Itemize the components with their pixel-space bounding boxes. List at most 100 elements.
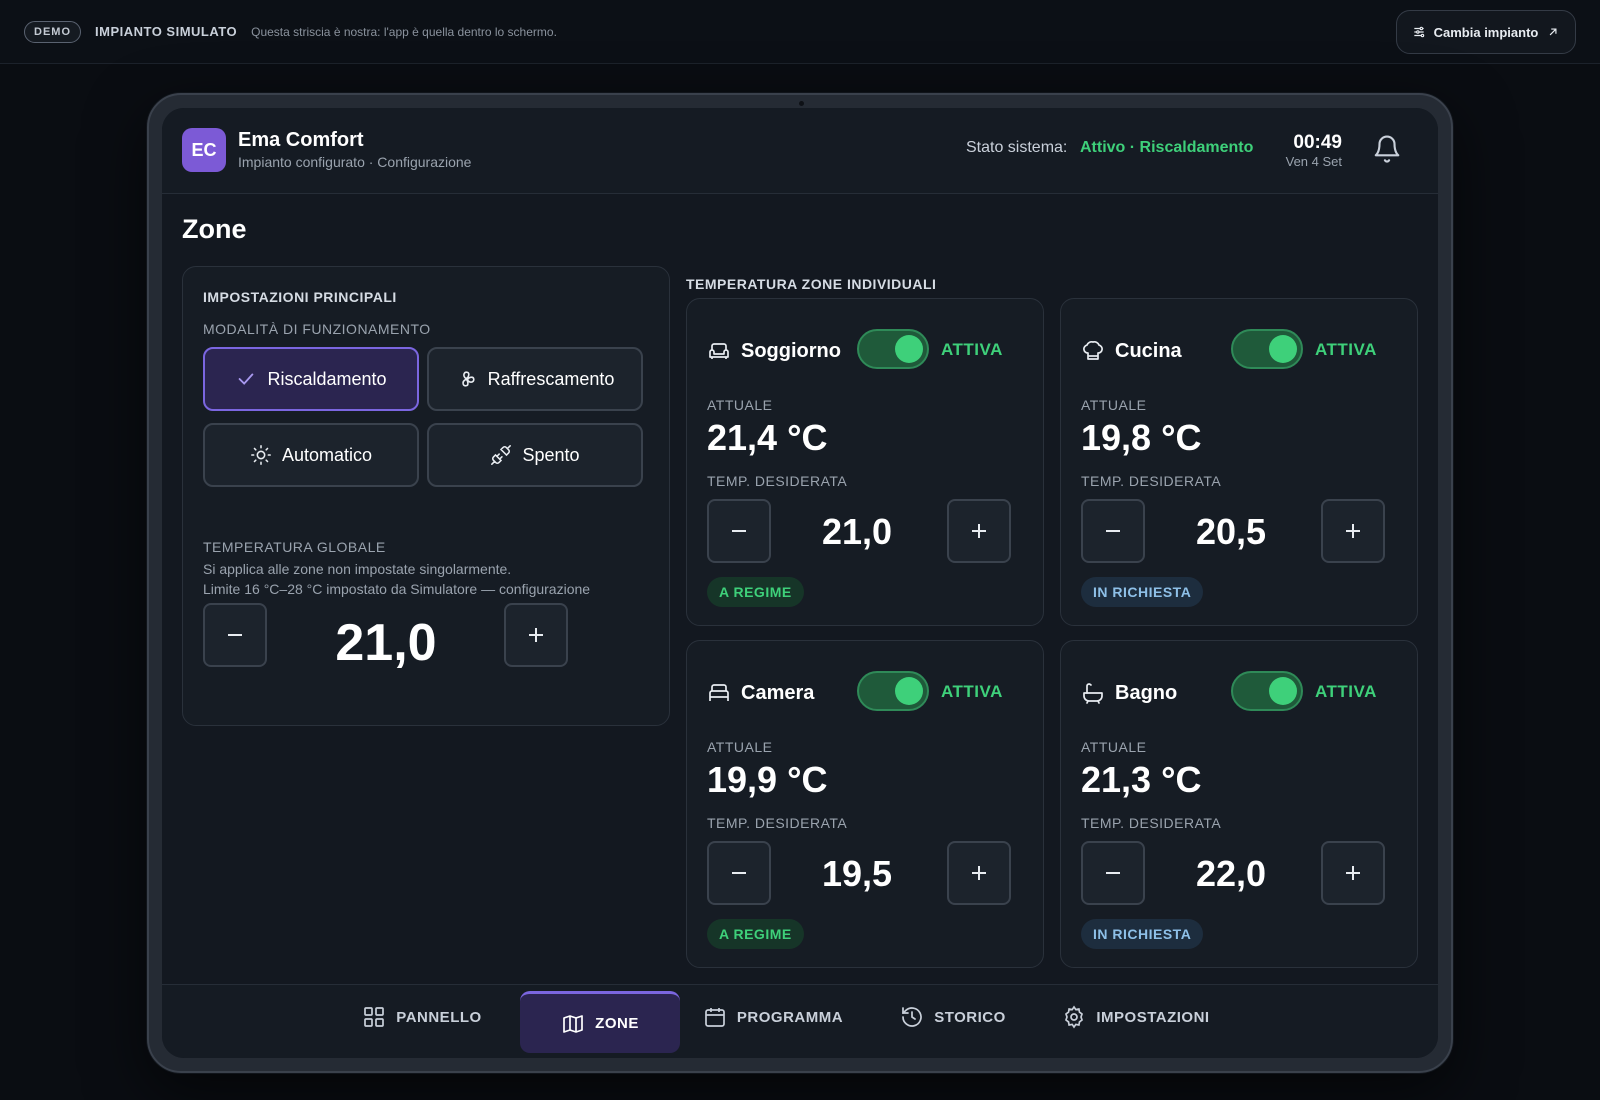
system-status-label: Stato sistema: bbox=[966, 139, 1068, 156]
nav-item-pannello[interactable]: PANNELLO bbox=[358, 985, 486, 1049]
global-increase-button[interactable] bbox=[504, 603, 568, 667]
global-temp-note: Si applica alle zone non impostate singo… bbox=[203, 561, 512, 577]
zone-toggle[interactable] bbox=[857, 329, 929, 369]
app-screen: EC Ema Comfort Impianto configurato · Co… bbox=[162, 108, 1438, 1058]
page-title: Zone bbox=[182, 214, 247, 244]
sliders-icon bbox=[1413, 26, 1424, 38]
zone-card-cucina: Cucina ATTIVA ATTUALE 19,8 °C TEMP. DESI… bbox=[1060, 298, 1418, 626]
zone-increase-button[interactable] bbox=[947, 841, 1011, 905]
zone-decrease-button[interactable] bbox=[707, 841, 771, 905]
fan-icon bbox=[461, 371, 475, 387]
mode-button-label: Automatico bbox=[281, 444, 373, 465]
zone-increase-button[interactable] bbox=[947, 499, 1011, 563]
change-plant-label: Cambia impianto bbox=[1433, 24, 1539, 40]
zone-name: Soggiorno bbox=[741, 340, 841, 362]
zone-current-value: 21,4 °C bbox=[707, 417, 828, 458]
zone-increase-button[interactable] bbox=[1321, 499, 1385, 563]
mode-button-label: Spento bbox=[522, 444, 580, 465]
zone-desired-label: TEMP. DESIDERATA bbox=[1081, 473, 1222, 489]
bath-icon bbox=[1083, 683, 1103, 704]
zone-toggle[interactable] bbox=[1231, 671, 1303, 711]
zone-card-bagno: Bagno ATTIVA ATTUALE 21,3 °C TEMP. DESID… bbox=[1060, 640, 1418, 968]
zone-name: Cucina bbox=[1115, 340, 1182, 362]
system-status-value: Attivo · Riscaldamento bbox=[1080, 139, 1254, 156]
check-icon bbox=[239, 373, 254, 385]
app-subtitle: Impianto configurato · Configurazione bbox=[238, 154, 472, 170]
zone-card-camera: Camera ATTIVA ATTUALE 19,9 °C TEMP. DESI… bbox=[686, 640, 1044, 968]
nav-item-zone[interactable]: ZONE bbox=[520, 991, 680, 1053]
toggle-knob bbox=[895, 335, 923, 363]
zone-current-label: ATTUALE bbox=[1081, 397, 1147, 413]
zone-desired-label: TEMP. DESIDERATA bbox=[1081, 815, 1222, 831]
zone-current-label: ATTUALE bbox=[1081, 739, 1147, 755]
mode-button-off[interactable]: Spento bbox=[427, 423, 643, 487]
nav-item-label: PROGRAMMA bbox=[736, 1008, 844, 1026]
zone-current-value: 21,3 °C bbox=[1081, 759, 1202, 800]
zone-name: Bagno bbox=[1115, 682, 1178, 704]
zone-name: Camera bbox=[741, 682, 815, 704]
toggle-knob bbox=[1269, 335, 1297, 363]
zone-toggle[interactable] bbox=[857, 671, 929, 711]
zones-title: TEMPERATURA ZONE INDIVIDUALI bbox=[686, 276, 937, 292]
bottom-nav: PANNELLO ZONE PROGRAMMA STORICO IMPOSTAZ… bbox=[162, 984, 1438, 1058]
mode-button-label: Riscaldamento bbox=[267, 368, 387, 389]
minus-icon bbox=[1106, 530, 1120, 532]
zone-card-soggiorno: Soggiorno ATTIVA ATTUALE 21,4 °C TEMP. D… bbox=[686, 298, 1044, 626]
mode-button-cooling[interactable]: Raffrescamento bbox=[427, 347, 643, 411]
change-plant-button[interactable]: Cambia impianto bbox=[1396, 10, 1576, 54]
chef-hat-icon bbox=[1083, 341, 1103, 360]
mode-button-heating[interactable]: Riscaldamento bbox=[203, 347, 419, 411]
zone-decrease-button[interactable] bbox=[1081, 841, 1145, 905]
zone-decrease-button[interactable] bbox=[707, 499, 771, 563]
plus-icon bbox=[972, 524, 986, 538]
zone-current-value: 19,9 °C bbox=[707, 759, 828, 800]
zone-desired-label: TEMP. DESIDERATA bbox=[707, 815, 848, 831]
avatar: EC bbox=[182, 128, 226, 172]
external-arrow-icon bbox=[1550, 28, 1557, 36]
zone-current-value: 19,8 °C bbox=[1081, 417, 1202, 458]
plug-off-icon bbox=[491, 445, 512, 465]
demo-badge: DEMO bbox=[24, 20, 81, 43]
zone-toggle[interactable] bbox=[1231, 329, 1303, 369]
nav-item-programma[interactable]: PROGRAMMA bbox=[698, 985, 848, 1049]
global-temp-limit: Limite 16 °C–28 °C impostato da Simulato… bbox=[203, 581, 591, 597]
toggle-knob bbox=[1269, 677, 1297, 705]
minus-icon bbox=[732, 872, 746, 874]
clock-time: 00:49 bbox=[1293, 132, 1342, 153]
map-icon bbox=[563, 1014, 584, 1033]
clock-date: Ven 4 Set bbox=[1285, 154, 1342, 169]
zone-desired-value: 20,5 bbox=[1195, 511, 1267, 552]
zone-toggle-label: ATTIVA bbox=[941, 682, 1003, 701]
zone-toggle-label: ATTIVA bbox=[1315, 682, 1377, 701]
nav-item-label: STORICO bbox=[934, 1008, 1006, 1026]
zone-decrease-button[interactable] bbox=[1081, 499, 1145, 563]
minus-icon bbox=[732, 530, 746, 532]
nav-item-label: PANNELLO bbox=[396, 1008, 482, 1026]
zone-current-label: ATTUALE bbox=[707, 397, 773, 413]
plus-icon bbox=[1346, 866, 1360, 880]
plus-icon bbox=[529, 628, 543, 642]
global-decrease-button[interactable] bbox=[203, 603, 267, 667]
zone-desired-value: 22,0 bbox=[1195, 853, 1267, 894]
nav-item-impostazioni[interactable]: IMPOSTAZIONI bbox=[1056, 985, 1216, 1049]
zone-desired-label: TEMP. DESIDERATA bbox=[707, 473, 848, 489]
sofa-icon bbox=[709, 343, 729, 359]
calendar-icon bbox=[705, 1008, 725, 1027]
zone-desired-value: 19,5 bbox=[821, 853, 893, 894]
zone-increase-button[interactable] bbox=[1321, 841, 1385, 905]
mode-button-label: Raffrescamento bbox=[487, 368, 615, 389]
bell-icon[interactable] bbox=[1372, 134, 1402, 164]
main-settings-title: IMPOSTAZIONI PRINCIPALI bbox=[203, 289, 397, 305]
sun-icon bbox=[251, 445, 271, 465]
grid-icon bbox=[364, 1007, 385, 1027]
mode-label: MODALITÀ DI FUNZIONAMENTO bbox=[203, 321, 431, 337]
zone-current-label: ATTUALE bbox=[707, 739, 773, 755]
toggle-knob bbox=[895, 677, 923, 705]
zone-status-badge: IN RICHIESTA bbox=[1081, 919, 1204, 949]
nav-item-storico[interactable]: STORICO bbox=[898, 985, 1008, 1049]
nav-item-label: IMPOSTAZIONI bbox=[1096, 1008, 1210, 1026]
mode-button-auto[interactable]: Automatico bbox=[203, 423, 419, 487]
camera-dot bbox=[799, 101, 804, 106]
history-icon bbox=[902, 1007, 922, 1027]
nav-item-label: ZONE bbox=[595, 1015, 639, 1032]
